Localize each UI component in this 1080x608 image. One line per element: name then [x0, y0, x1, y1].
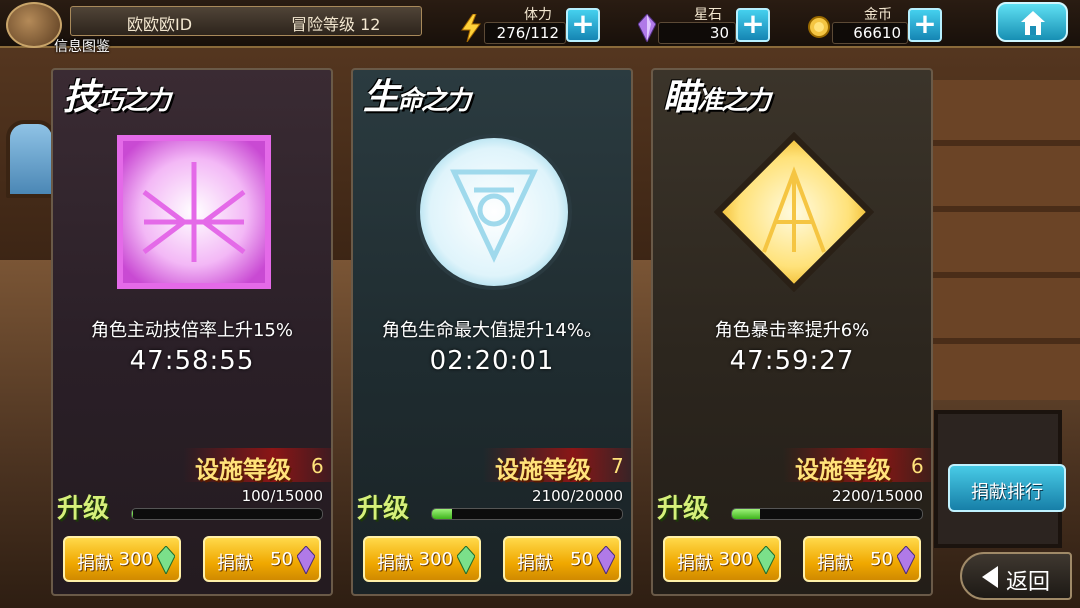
upgrade-progress-bar — [731, 508, 923, 520]
gold-box: 66610 — [832, 22, 908, 44]
panel-title-first: 技 — [63, 77, 99, 118]
upgrade-progress-text: 2200/15000 — [832, 487, 923, 505]
effect-description: 角色主动技倍率上升15% — [90, 320, 293, 341]
upgrade-label: 升级 — [57, 494, 110, 524]
star-stone-icon — [638, 14, 656, 42]
home-icon — [1021, 11, 1045, 35]
green-crystal-icon — [757, 546, 775, 574]
facility-level-label: 设施等级 — [195, 456, 291, 484]
add-gold-button[interactable]: + — [908, 8, 942, 42]
home-button[interactable] — [996, 2, 1068, 42]
upgrade-label: 升级 — [657, 494, 710, 524]
green-crystal-icon — [157, 546, 175, 574]
donate-star-stone-button[interactable]: 捐献 50 — [503, 536, 621, 582]
info-catalog-label[interactable]: 信息图鉴 — [54, 36, 110, 56]
facility-level-label: 设施等级 — [795, 456, 891, 484]
stamina-value: 276/112 — [496, 24, 559, 42]
upgrade-progress-bar — [131, 508, 323, 520]
upgrade-progress-fill — [732, 509, 760, 519]
panel-title-first: 瞄 — [663, 77, 699, 118]
donate-gold-button[interactable]: 捐献 300 — [663, 536, 781, 582]
donation-ranking-button[interactable]: 捐献排行 — [948, 464, 1066, 512]
stamina-resource: 体力 276/112 + — [456, 4, 602, 44]
donate-amount: 50 — [570, 549, 593, 570]
adventure-level: 冒险等级 12 — [291, 15, 381, 34]
add-stamina-button[interactable]: + — [566, 8, 600, 42]
stamina-title: 体力 — [524, 7, 552, 23]
back-label: 返回 — [1006, 570, 1051, 595]
donation-ranking-label: 捐献排行 — [971, 482, 1043, 503]
donate-gold-button[interactable]: 捐献 300 — [363, 536, 481, 582]
donate-label: 捐献 — [677, 553, 713, 574]
panel-title-rest: 命之力 — [397, 86, 471, 116]
effect-description: 角色暴击率提升6% — [714, 320, 870, 341]
panel-title: 瞄准之力 — [663, 70, 771, 120]
star-stone-icon — [897, 546, 915, 574]
donate-amount: 300 — [718, 549, 753, 570]
donate-label: 捐献 — [517, 553, 553, 574]
panel-title-rest: 准之力 — [697, 86, 771, 116]
facility-level-label: 设施等级 — [495, 456, 591, 484]
aim-power-panel: 瞄准之力 角色暴击率提升6% 47:59:27 设施等级 6 升级 2200/1… — [651, 68, 933, 596]
gold-coin-icon — [808, 16, 830, 38]
upgrade-progress-text: 2100/20000 — [532, 487, 623, 505]
countdown-timer: 02:20:01 — [429, 346, 555, 376]
skill-emblem-icon — [117, 135, 271, 289]
life-power-panel: 生命之力 角色生命最大值提升14%。 02:20:01 设施等级 7 升级 21… — [351, 68, 633, 596]
upgrade-progress-text: 100/15000 — [241, 487, 323, 505]
donate-star-stone-button[interactable]: 捐献 50 — [203, 536, 321, 582]
donate-amount: 50 — [270, 549, 293, 570]
player-name: 欧欧欧ID — [127, 15, 193, 34]
facility-level-value: 6 — [911, 454, 924, 478]
stamina-box: 276/112 — [484, 22, 566, 44]
facility-level-value: 6 — [311, 454, 324, 478]
upgrade-label: 升级 — [357, 494, 410, 524]
player-info-bar: 欧欧欧ID 冒险等级 12 — [70, 6, 422, 36]
countdown-timer: 47:58:55 — [129, 346, 255, 376]
background-shelf — [930, 80, 1080, 400]
panel-title-rest: 巧之力 — [97, 86, 171, 116]
donate-label: 捐献 — [217, 553, 253, 574]
star-stone-title: 星石 — [694, 7, 722, 23]
life-emblem-icon — [416, 134, 572, 290]
star-stone-icon — [597, 546, 615, 574]
add-star-stone-button[interactable]: + — [736, 8, 770, 42]
star-stone-value: 30 — [709, 24, 729, 42]
green-crystal-icon — [457, 546, 475, 574]
effect-description: 角色生命最大值提升14%。 — [381, 320, 602, 341]
star-stone-box: 30 — [658, 22, 736, 44]
facility-level-value: 7 — [611, 454, 624, 478]
donate-amount: 300 — [418, 549, 453, 570]
donate-gold-button[interactable]: 捐献 300 — [63, 536, 181, 582]
countdown-timer: 47:59:27 — [729, 346, 855, 376]
donate-star-stone-button[interactable]: 捐献 50 — [803, 536, 921, 582]
upgrade-progress-bar — [431, 508, 623, 520]
panel-title: 生命之力 — [363, 70, 471, 120]
back-arrow-icon — [982, 566, 998, 588]
top-bar: 欧欧欧ID 冒险等级 12 体力 276/112 + 星石 30 + 金币 66… — [0, 0, 1080, 48]
lightning-icon — [461, 14, 481, 42]
upgrade-progress-fill — [132, 509, 134, 519]
donate-label: 捐献 — [817, 553, 853, 574]
skill-power-panel: 技巧之力 角色主动技倍率上升15% 47:58:55 设施等级 6 升级 100… — [51, 68, 333, 596]
star-stone-icon — [297, 546, 315, 574]
aim-emblem-icon — [714, 132, 874, 292]
gold-title: 金币 — [864, 7, 892, 23]
panel-title-first: 生 — [363, 77, 399, 118]
donate-label: 捐献 — [377, 553, 413, 574]
background-window — [6, 120, 56, 198]
donate-amount: 300 — [118, 549, 153, 570]
gold-resource: 金币 66610 + — [806, 4, 946, 44]
gold-value: 66610 — [853, 24, 901, 42]
panel-title: 技巧之力 — [63, 70, 171, 120]
donate-label: 捐献 — [77, 553, 113, 574]
star-stone-resource: 星石 30 + — [632, 4, 774, 44]
back-button[interactable]: 返回 — [960, 552, 1072, 600]
donate-amount: 50 — [870, 549, 893, 570]
upgrade-progress-fill — [432, 509, 452, 519]
